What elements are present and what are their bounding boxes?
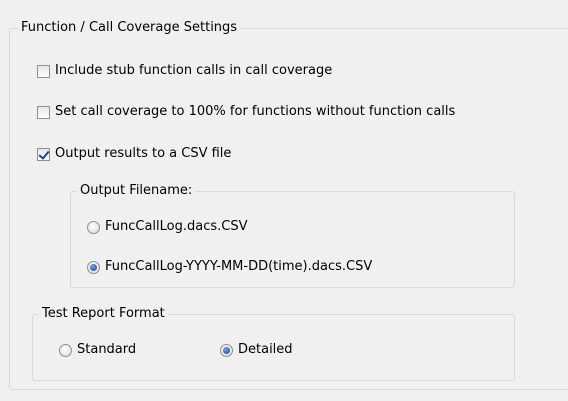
coverage-settings-title: Function / Call Coverage Settings bbox=[18, 20, 241, 36]
report-format-detailed-radio[interactable]: Detailed bbox=[220, 341, 293, 359]
report-format-standard-radio[interactable]: Standard bbox=[59, 341, 136, 359]
filename-option-plain-label: FuncCallLog.dacs.CSV bbox=[105, 219, 248, 234]
radio-button[interactable] bbox=[87, 220, 100, 234]
report-format-standard-label: Standard bbox=[77, 342, 137, 357]
checkbox-box[interactable] bbox=[37, 147, 50, 161]
filename-option-plain-radio[interactable]: FuncCallLog.dacs.CSV bbox=[87, 218, 248, 236]
output-filename-title: Output Filename: bbox=[77, 183, 196, 199]
report-format-detailed-label: Detailed bbox=[238, 342, 293, 357]
radio-button[interactable] bbox=[87, 260, 100, 274]
filename-option-dated-radio[interactable]: FuncCallLog-YYYY-MM-DD(time).dacs.CSV bbox=[87, 258, 372, 276]
radio-button[interactable] bbox=[220, 343, 233, 357]
include-stub-calls-checkbox[interactable]: Include stub function calls in call cove… bbox=[37, 62, 332, 80]
checkbox-box[interactable] bbox=[37, 105, 50, 119]
filename-option-dated-label: FuncCallLog-YYYY-MM-DD(time).dacs.CSV bbox=[105, 259, 373, 274]
output-csv-label: Output results to a CSV file bbox=[55, 146, 232, 161]
include-stub-calls-label: Include stub function calls in call cove… bbox=[55, 63, 333, 78]
call-coverage-100-checkbox[interactable]: Set call coverage to 100% for functions … bbox=[37, 103, 455, 121]
radio-button[interactable] bbox=[59, 343, 72, 357]
output-csv-checkbox[interactable]: Output results to a CSV file bbox=[37, 145, 231, 163]
test-report-format-title: Test Report Format bbox=[39, 306, 168, 322]
call-coverage-100-label: Set call coverage to 100% for functions … bbox=[55, 104, 456, 119]
checkbox-box[interactable] bbox=[37, 64, 50, 78]
